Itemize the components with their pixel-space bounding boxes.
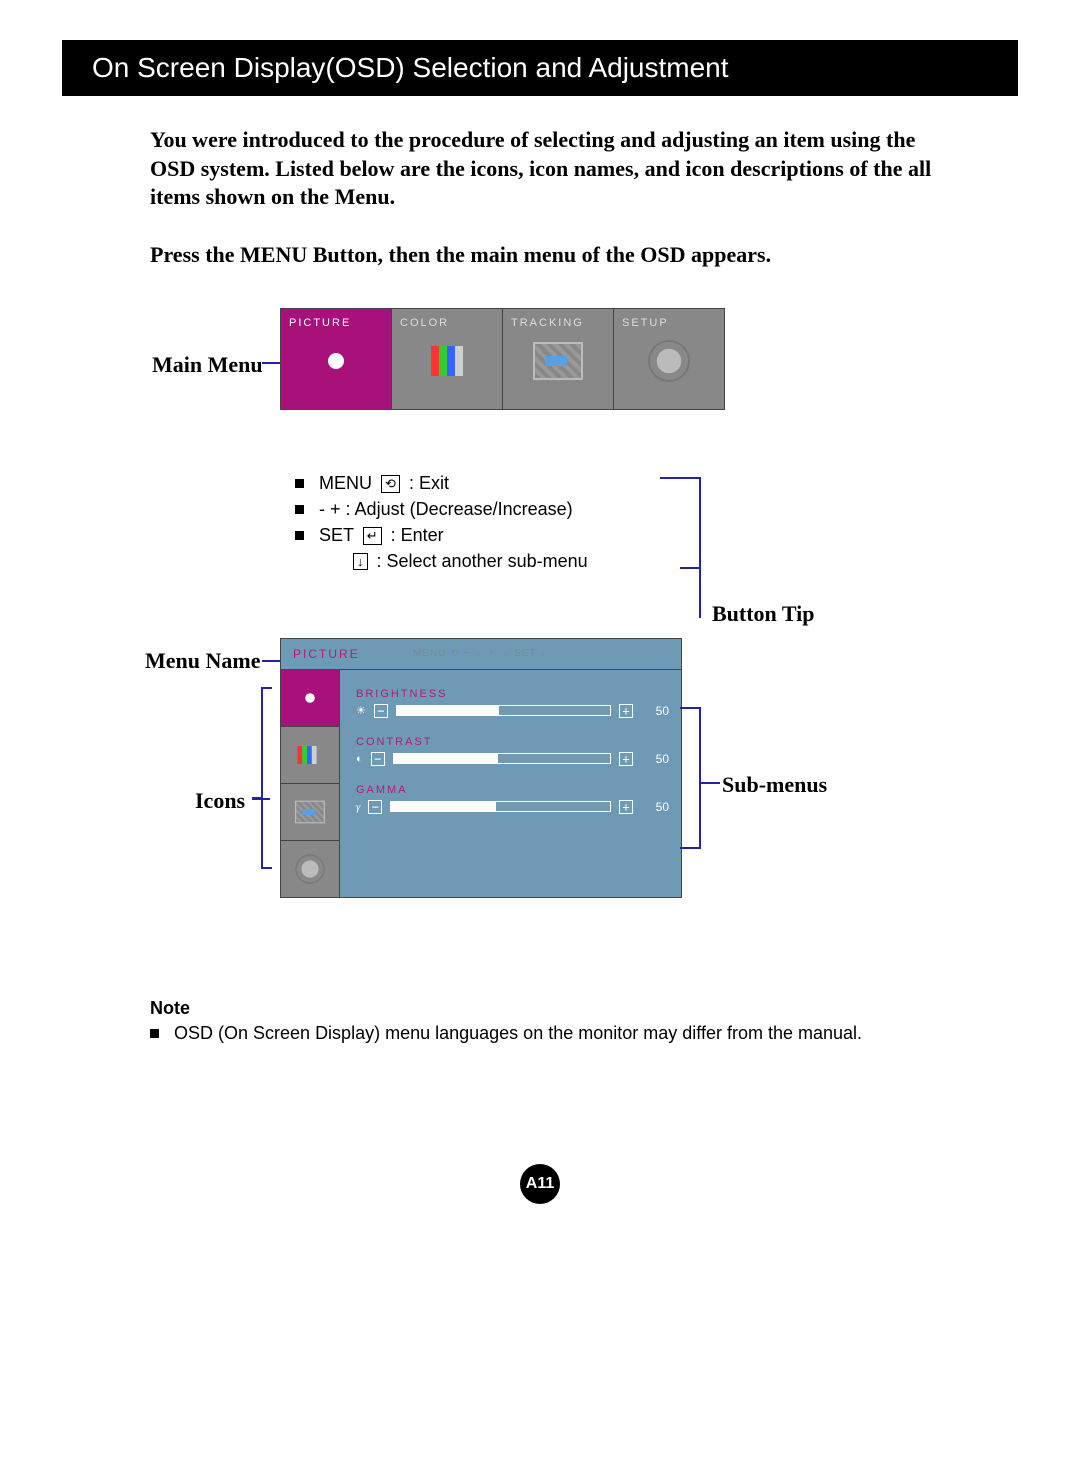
side-icon-tracking[interactable] bbox=[281, 784, 339, 841]
control-desc: : Enter bbox=[391, 525, 444, 545]
submenu-title: PICTURE bbox=[281, 647, 413, 661]
callout-line bbox=[262, 660, 280, 662]
side-icon-setup[interactable] bbox=[281, 841, 339, 897]
tab-label: TRACKING bbox=[503, 309, 613, 329]
param-value: 50 bbox=[641, 752, 669, 766]
param-value: 50 bbox=[641, 800, 669, 814]
label-icons: Icons bbox=[195, 788, 245, 814]
press-instruction: Press the MENU Button, then the main men… bbox=[150, 242, 960, 268]
contrast-icon: ◐ bbox=[356, 753, 363, 765]
page-title: On Screen Display(OSD) Selection and Adj… bbox=[92, 52, 988, 84]
header-bar: On Screen Display(OSD) Selection and Adj… bbox=[62, 40, 1018, 96]
control-row: MENU ⟲ : Exit bbox=[295, 473, 588, 494]
page-number: A11 bbox=[520, 1164, 560, 1204]
control-desc: : Select another sub-menu bbox=[377, 551, 588, 571]
bullet-icon bbox=[150, 1029, 159, 1038]
controls-list: MENU ⟲ : Exit - + : Adjust (Decrease/Inc… bbox=[295, 468, 588, 577]
plus-button[interactable]: + bbox=[619, 704, 633, 718]
down-arrow-icon: ↓ bbox=[353, 553, 368, 570]
label-sub-menus: Sub-menus bbox=[722, 772, 827, 798]
brightness-icon bbox=[298, 686, 322, 710]
control-row: ↓ : Select another sub-menu bbox=[295, 551, 588, 572]
gear-icon bbox=[297, 855, 324, 882]
minus-button[interactable]: − bbox=[374, 704, 388, 718]
tab-color[interactable]: COLOR bbox=[392, 309, 503, 409]
tab-label: COLOR bbox=[392, 309, 502, 329]
osd-tabs: PICTURE COLOR TRACKING SETUP bbox=[280, 308, 725, 410]
sun-icon: ☀ bbox=[356, 704, 366, 717]
plus-button[interactable]: + bbox=[619, 800, 633, 814]
tab-label: PICTURE bbox=[281, 309, 391, 329]
submenu-side-icons bbox=[281, 670, 340, 897]
color-bars-icon bbox=[297, 746, 322, 764]
note-text-row: OSD (On Screen Display) menu languages o… bbox=[150, 1023, 960, 1044]
slider[interactable] bbox=[393, 753, 611, 764]
tracking-icon bbox=[295, 800, 325, 823]
param-brightness: BRIGHTNESS ☀ − + 50 bbox=[356, 688, 669, 718]
enter-icon: ↵ bbox=[363, 527, 382, 545]
param-name: BRIGHTNESS bbox=[356, 688, 669, 700]
tab-setup[interactable]: SETUP bbox=[614, 309, 724, 409]
control-desc: : Exit bbox=[409, 473, 449, 493]
tracking-icon bbox=[503, 329, 613, 394]
submenu-items: BRIGHTNESS ☀ − + 50 CONTRAST ◐ bbox=[340, 670, 681, 897]
bullet-icon bbox=[295, 479, 304, 488]
osd-submenu: PICTURE MENU ⟲ − ← + → SET ↓ BRIGHTNESS … bbox=[280, 638, 682, 898]
slider[interactable] bbox=[390, 801, 611, 812]
gamma-icon: γ bbox=[356, 801, 360, 813]
param-gamma: GAMMA γ − + 50 bbox=[356, 784, 669, 814]
submenu-hints: MENU ⟲ − ← + → SET ↓ bbox=[413, 648, 546, 659]
control-key: - + bbox=[319, 499, 341, 519]
param-value: 50 bbox=[641, 704, 669, 718]
tab-label: SETUP bbox=[614, 309, 724, 329]
tab-picture[interactable]: PICTURE bbox=[281, 309, 392, 409]
callout-line bbox=[252, 798, 270, 800]
control-row: SET ↵ : Enter bbox=[295, 525, 588, 546]
label-main-menu: Main Menu bbox=[152, 352, 263, 378]
param-contrast: CONTRAST ◐ − + 50 bbox=[356, 736, 669, 766]
label-menu-name: Menu Name bbox=[145, 648, 260, 674]
brightness-icon bbox=[281, 329, 391, 394]
control-desc: : Adjust (Decrease/Increase) bbox=[346, 499, 573, 519]
side-icon-picture[interactable] bbox=[281, 670, 339, 727]
bullet-icon bbox=[295, 505, 304, 514]
return-icon: ⟲ bbox=[381, 475, 400, 493]
minus-button[interactable]: − bbox=[368, 800, 382, 814]
intro-paragraph: You were introduced to the procedure of … bbox=[150, 126, 960, 212]
gear-icon bbox=[614, 329, 724, 394]
label-button-tip: Button Tip bbox=[712, 601, 815, 627]
bullet-icon bbox=[295, 531, 304, 540]
side-icon-color[interactable] bbox=[281, 727, 339, 784]
control-key: MENU bbox=[319, 473, 372, 493]
control-row: - + : Adjust (Decrease/Increase) bbox=[295, 499, 588, 520]
note-heading: Note bbox=[150, 998, 960, 1019]
param-name: CONTRAST bbox=[356, 736, 669, 748]
note-text: OSD (On Screen Display) menu languages o… bbox=[174, 1023, 862, 1043]
control-key: SET bbox=[319, 525, 354, 545]
tab-tracking[interactable]: TRACKING bbox=[503, 309, 614, 409]
color-bars-icon bbox=[392, 329, 502, 394]
callout-line bbox=[262, 362, 280, 364]
note-section: Note OSD (On Screen Display) menu langua… bbox=[150, 998, 960, 1044]
plus-button[interactable]: + bbox=[619, 752, 633, 766]
slider[interactable] bbox=[396, 705, 611, 716]
diagram: Main Menu Button Tip Menu Name Icons Sub… bbox=[0, 308, 1080, 948]
page-number-wrap: A11 bbox=[0, 1164, 1080, 1204]
param-name: GAMMA bbox=[356, 784, 669, 796]
minus-button[interactable]: − bbox=[371, 752, 385, 766]
submenu-header: PICTURE MENU ⟲ − ← + → SET ↓ bbox=[281, 639, 681, 670]
